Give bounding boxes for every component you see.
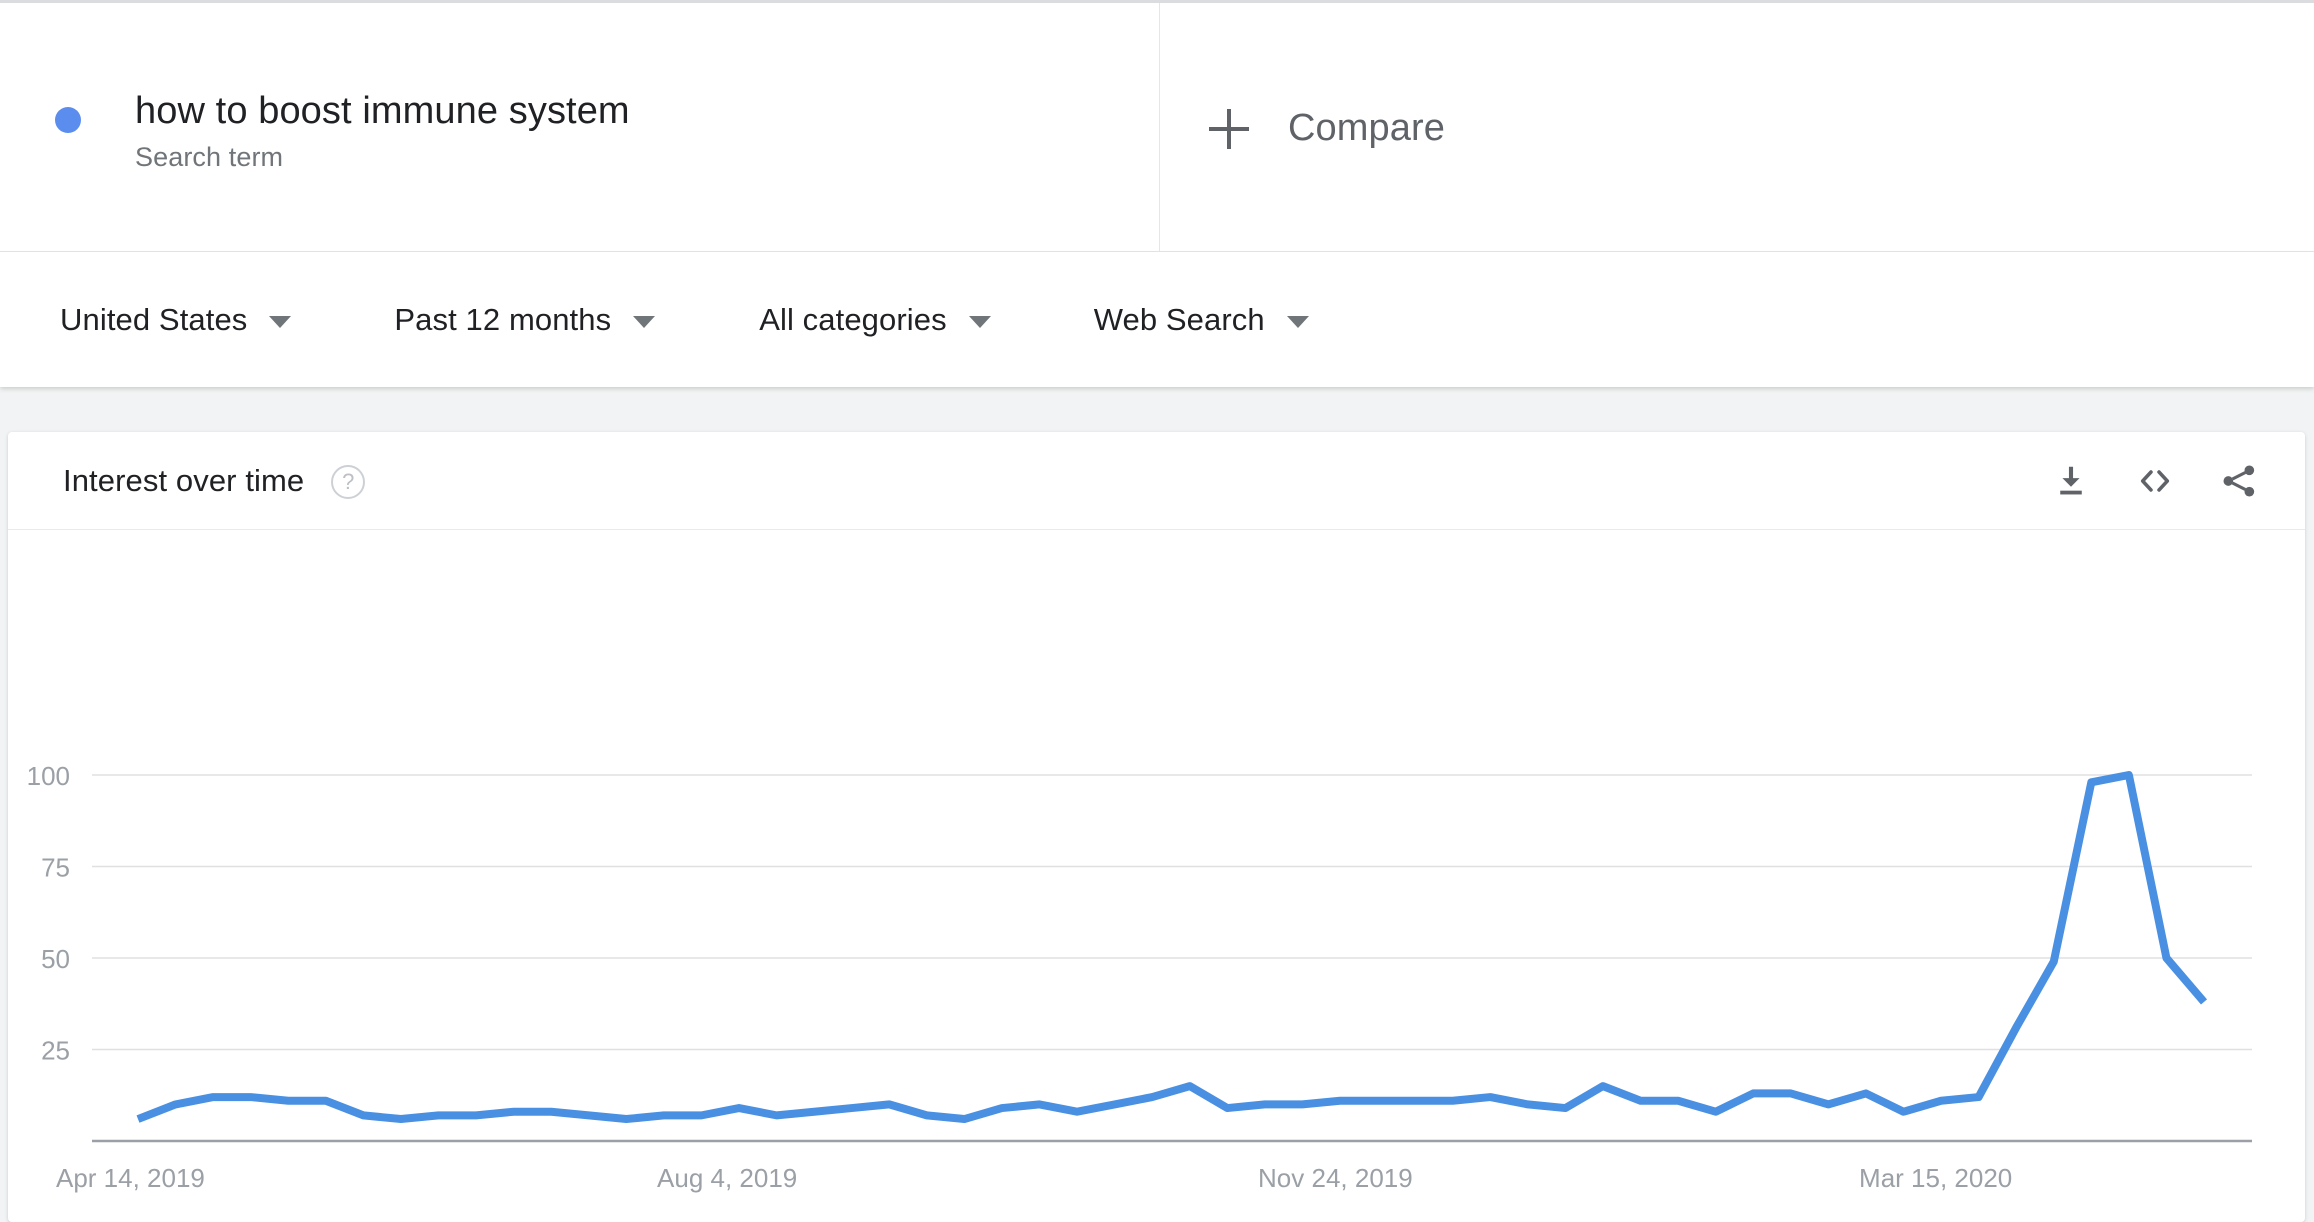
- filter-search-type[interactable]: Web Search: [1094, 252, 1309, 387]
- svg-text:Aug 4, 2019: Aug 4, 2019: [657, 1163, 797, 1193]
- svg-text:25: 25: [41, 1036, 70, 1066]
- filter-search-type-label: Web Search: [1093, 301, 1265, 337]
- add-comparison-button[interactable]: Compare: [1160, 3, 2314, 252]
- series-color-dot: [55, 107, 81, 134]
- filter-location-label: United States: [60, 301, 248, 337]
- compare-label: Compare: [1288, 106, 1445, 149]
- search-term-subtitle: Search term: [135, 141, 284, 172]
- chevron-down-icon: [968, 316, 991, 328]
- plus-icon: [1209, 109, 1249, 149]
- interest-over-time-card: Interest over time ? 25 50 75 100 Apr 14…: [8, 432, 2305, 1222]
- filter-location[interactable]: United States: [60, 252, 292, 387]
- download-icon[interactable]: [2043, 453, 2099, 509]
- page-title: Interest over time: [63, 462, 305, 498]
- filter-bar: United States Past 12 months All categor…: [0, 252, 2314, 387]
- google-trends-page: how to boost immune system Search term C…: [0, 0, 2314, 1222]
- filter-time-range-label: Past 12 months: [394, 301, 612, 337]
- search-term-row: how to boost immune system Search term: [55, 89, 630, 173]
- svg-text:Apr 14, 2019: Apr 14, 2019: [56, 1163, 205, 1193]
- embed-code-icon[interactable]: [2127, 453, 2183, 509]
- svg-text:Mar 15, 2020: Mar 15, 2020: [1859, 1163, 2012, 1193]
- card-header: Interest over time ?: [8, 432, 2305, 530]
- filter-time-range[interactable]: Past 12 months: [394, 252, 656, 387]
- chart-svg: 25 50 75 100 Apr 14, 2019 Aug 4, 2019 Nov 24, …: [27, 761, 2252, 1193]
- chevron-down-icon: [269, 316, 292, 328]
- chevron-down-icon: [633, 316, 656, 328]
- svg-text:50: 50: [41, 944, 70, 974]
- svg-text:100: 100: [27, 761, 70, 791]
- search-terms-bar: how to boost immune system Search term C…: [0, 0, 2314, 252]
- search-term-title: how to boost immune system: [135, 90, 630, 133]
- filter-category-label: All categories: [759, 301, 947, 337]
- svg-text:Nov 24, 2019: Nov 24, 2019: [1258, 1163, 1413, 1193]
- search-term-texts: how to boost immune system Search term: [135, 89, 630, 173]
- share-icon[interactable]: [2211, 453, 2267, 509]
- filter-category[interactable]: All categories: [759, 252, 991, 387]
- chevron-down-icon: [1286, 316, 1309, 328]
- interest-over-time-chart[interactable]: 25 50 75 100 Apr 14, 2019 Aug 4, 2019 Nov 24, …: [8, 530, 2305, 1222]
- search-term-card[interactable]: how to boost immune system Search term: [0, 3, 1160, 252]
- help-circle-icon[interactable]: ?: [331, 464, 366, 499]
- svg-text:75: 75: [41, 853, 70, 883]
